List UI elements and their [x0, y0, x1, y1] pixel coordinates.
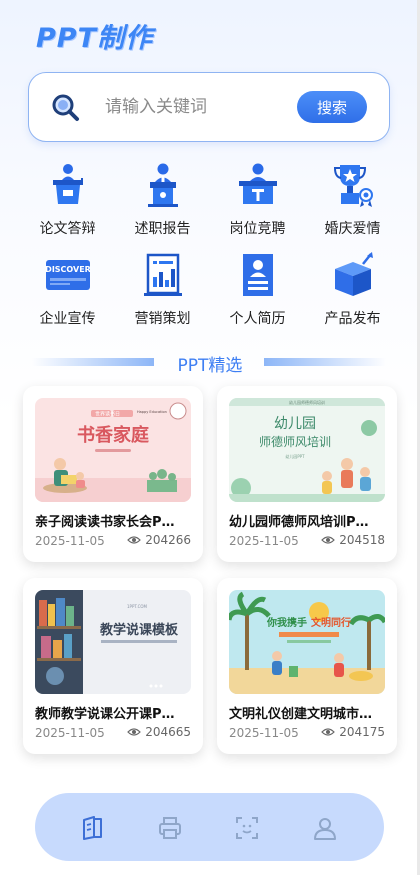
bottom-nav: [35, 793, 384, 861]
svg-text:书香家庭: 书香家庭: [77, 424, 149, 446]
svg-text:幼儿园: 幼儿园: [274, 416, 316, 432]
category-label: 营销策划: [134, 311, 191, 327]
svg-text:1PPT.COM: 1PPT.COM: [127, 604, 148, 609]
section-header: PPT精选: [0, 349, 420, 376]
search-input[interactable]: [105, 92, 305, 122]
search-button[interactable]: 搜索: [297, 91, 367, 123]
category-label: 企业宣传: [39, 311, 96, 327]
defense-icon: [52, 164, 83, 204]
nav-print[interactable]: [157, 815, 183, 841]
category-item-enterprise[interactable]: DISCOVER 企业宣传: [20, 252, 115, 328]
template-card[interactable]: 世界读书日 Happy Education 书香家庭 亲子阅读读书家长会P… 2…: [23, 386, 203, 562]
svg-text:你我携手: 你我携手: [266, 616, 307, 629]
eye-icon: [321, 728, 336, 736]
template-list: 世界读书日 Happy Education 书香家庭 亲子阅读读书家长会P… 2…: [23, 386, 397, 754]
svg-text:文明同行: 文明同行: [311, 616, 351, 629]
view-count-value: 204266: [145, 533, 191, 547]
resume-icon: [242, 254, 273, 296]
category-item-wedding[interactable]: 婚庆爱情: [305, 162, 400, 238]
template-title: 亲子阅读读书家长会P…: [35, 515, 175, 530]
printer-icon: [159, 817, 181, 839]
category-grid: 论文答辩 述职报告 岗位竞聘 婚庆爱情 DISCOVER 企业宣传 营销策划 个…: [20, 162, 400, 328]
template-title: 幼儿园师德师风培训P…: [229, 515, 369, 530]
template-thumbnail: 幼儿园师德师风培训 幼儿园 师德师风培训 幼儿园PPT: [229, 398, 385, 502]
category-item-competition[interactable]: 岗位竞聘: [210, 162, 305, 238]
section-divider-right: [264, 358, 386, 366]
view-count-value: 204175: [339, 725, 385, 739]
template-title: 文明礼仪创建文明城市…: [229, 707, 373, 722]
section-divider-left: [32, 358, 154, 366]
scan-icon: [236, 817, 258, 839]
report-chart-icon: [143, 253, 182, 296]
category-label: 个人简历: [229, 311, 286, 327]
template-card[interactable]: 你我携手 文明同行 文明礼仪创建文明城市… 2025-11-05 204175: [217, 578, 397, 754]
category-item-defense[interactable]: 论文答辩: [20, 162, 115, 238]
category-label: 产品发布: [324, 311, 381, 327]
template-card[interactable]: 1PPT.COM 教学说课模板 教师教学说课公开课P… 2025-11-05 2…: [23, 578, 203, 754]
template-date: 2025-11-05: [229, 534, 299, 548]
product-box-icon: [334, 252, 373, 296]
svg-text:师德师风培训: 师德师风培训: [259, 434, 331, 449]
svg-text:世界读书日: 世界读书日: [95, 411, 120, 418]
template-date: 2025-11-05: [229, 726, 299, 740]
app-title: PPT制作: [36, 23, 153, 54]
view-count-value: 204518: [339, 533, 385, 547]
category-label: 述职报告: [134, 221, 191, 237]
svg-text:DISCOVER: DISCOVER: [45, 265, 91, 274]
nav-scan[interactable]: [234, 815, 260, 841]
interview-desk-icon: [238, 163, 277, 204]
search-icon[interactable]: [51, 93, 81, 123]
eye-icon: [127, 728, 142, 736]
category-label: 婚庆爱情: [324, 221, 381, 237]
svg-text:教学说课模板: 教学说课模板: [99, 622, 179, 638]
view-count: 204665: [127, 725, 191, 739]
eye-icon: [127, 536, 142, 544]
eye-icon: [321, 536, 336, 544]
view-count: 204518: [321, 533, 385, 547]
template-date: 2025-11-05: [35, 534, 105, 548]
trophy-icon: [333, 165, 373, 207]
user-icon: [314, 818, 336, 840]
template-thumbnail: 1PPT.COM 教学说课模板: [35, 590, 191, 694]
category-item-marketing[interactable]: 营销策划: [115, 252, 210, 328]
template-date: 2025-11-05: [35, 726, 105, 740]
view-count: 204266: [127, 533, 191, 547]
category-item-resume[interactable]: 个人简历: [210, 252, 305, 328]
view-count-value: 204665: [145, 725, 191, 739]
template-thumbnail: 你我携手 文明同行: [229, 590, 385, 694]
category-item-product[interactable]: 产品发布: [305, 252, 400, 328]
template-thumbnail: 世界读书日 Happy Education 书香家庭: [35, 398, 191, 502]
template-card[interactable]: 幼儿园师德师风培训 幼儿园 师德师风培训 幼儿园PPT 幼儿园师德师风培训P… …: [217, 386, 397, 562]
search-bar: 搜索: [28, 72, 390, 142]
template-title: 教师教学说课公开课P…: [35, 707, 175, 722]
discover-card-icon: DISCOVER: [45, 260, 91, 290]
podium-speaker-icon: [147, 163, 178, 207]
category-label: 论文答辩: [39, 221, 96, 237]
category-item-report[interactable]: 述职报告: [115, 162, 210, 238]
book-icon: [83, 816, 102, 840]
svg-text:幼儿园师德师风培训: 幼儿园师德师风培训: [289, 399, 325, 405]
svg-text:Happy Education: Happy Education: [137, 410, 167, 414]
nav-profile[interactable]: [312, 815, 338, 841]
nav-templates[interactable]: [80, 815, 106, 841]
section-title: PPT精选: [177, 356, 243, 376]
category-label: 岗位竞聘: [229, 221, 286, 237]
view-count: 204175: [321, 725, 385, 739]
svg-text:幼儿园PPT: 幼儿园PPT: [285, 453, 305, 459]
